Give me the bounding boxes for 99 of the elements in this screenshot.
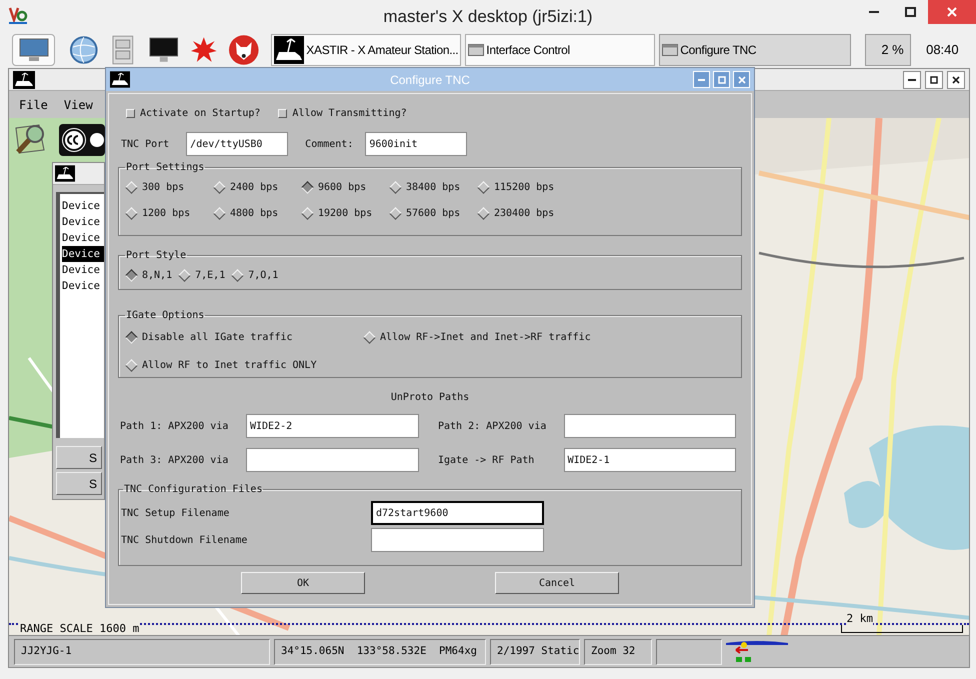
taskbar-button[interactable]: Configure TNC xyxy=(659,34,852,66)
input-field[interactable]: WIDE2-1 xyxy=(564,448,736,472)
list-item[interactable]: Device xyxy=(62,230,104,246)
status-field: JJ2YJG-1 xyxy=(14,638,270,664)
maximize-button[interactable] xyxy=(925,71,943,89)
input-field[interactable]: d72start9600 xyxy=(371,501,544,525)
radio-label: 4800 bps xyxy=(230,206,278,220)
section-title: UnProto Paths xyxy=(390,391,470,405)
list-item[interactable]: Device xyxy=(62,262,104,278)
input-field[interactable] xyxy=(564,414,736,438)
radio-label: 300 bps xyxy=(142,180,184,194)
checkbox[interactable] xyxy=(278,108,288,118)
input-field[interactable] xyxy=(371,528,544,552)
group-title: Port Style xyxy=(125,249,188,263)
list-item[interactable]: Device xyxy=(62,246,104,262)
close-icon xyxy=(947,7,957,17)
radio-button[interactable] xyxy=(125,268,138,282)
radio-label: 19200 bps xyxy=(318,206,372,220)
starburst-icon[interactable] xyxy=(190,36,218,64)
monitor-icon[interactable] xyxy=(148,36,178,64)
launcher-button[interactable] xyxy=(12,34,56,66)
cabinet-icon[interactable] xyxy=(110,35,135,65)
car-icon xyxy=(13,70,35,88)
radio-label: 38400 bps xyxy=(406,180,460,194)
minimize-icon xyxy=(698,78,705,80)
car-icon xyxy=(55,165,75,182)
radio-label: Allow RF to Inet traffic ONLY xyxy=(142,358,317,372)
menu-item[interactable]: View xyxy=(64,96,93,114)
animal-head-icon[interactable] xyxy=(228,34,260,66)
taskbar-button[interactable]: Interface Control xyxy=(465,34,656,66)
map-logo-icon xyxy=(13,122,47,156)
radio-button[interactable] xyxy=(125,330,138,344)
radio-label: 115200 bps xyxy=(494,180,554,194)
checkbox-label: Activate on Startup? xyxy=(140,106,260,120)
radio-label: 57600 bps xyxy=(406,206,460,220)
minimize-icon xyxy=(908,79,916,81)
menu-item[interactable]: File xyxy=(19,96,48,114)
status-field: 34°15.065N 133°58.532E PM64xg xyxy=(274,638,486,664)
dialog-title: Configure TNC xyxy=(390,72,470,88)
group-title: Port Settings xyxy=(125,161,206,175)
close-icon xyxy=(952,76,960,84)
field-label: Path 2: APX200 via xyxy=(437,420,548,434)
radio-label: Allow RF->Inet and Inet->RF traffic xyxy=(380,330,591,344)
radio-label: 8,N,1 xyxy=(142,268,172,282)
input-field[interactable]: WIDE2-2 xyxy=(246,414,419,438)
logo-icon xyxy=(8,5,28,25)
field-label: Comment: xyxy=(304,138,354,152)
minimize-icon xyxy=(869,11,879,13)
clock: 08:40 xyxy=(925,41,960,60)
minimize-button[interactable] xyxy=(903,71,921,89)
globe-icon[interactable] xyxy=(69,35,99,65)
maximize-icon xyxy=(718,76,726,84)
radio-button[interactable] xyxy=(301,180,314,194)
car-icon xyxy=(274,36,304,64)
button[interactable]: S xyxy=(56,472,102,495)
field-label: TNC Setup Filename xyxy=(121,506,230,520)
status-field: Zoom 32 xyxy=(584,638,652,664)
radio-label: 9600 bps xyxy=(318,180,366,194)
range-scale-label: RANGE SCALE 1600 m xyxy=(19,622,140,635)
field-label: TNC Port xyxy=(120,138,170,152)
list-item[interactable]: Device xyxy=(62,214,104,230)
cc-icon xyxy=(59,124,105,156)
status-field: 2/1997 Static xyxy=(490,638,580,664)
scale-bar-label: 2 km xyxy=(846,613,873,625)
button[interactable]: S xyxy=(56,446,102,469)
radio-label: 230400 bps xyxy=(494,206,554,220)
input-field[interactable] xyxy=(246,448,419,472)
field-label: Path 3: APX200 via xyxy=(119,454,230,468)
checkbox-label: Allow Transmitting? xyxy=(292,106,407,120)
group-title: IGate Options xyxy=(125,309,206,323)
field-label: Igate -> RF Path xyxy=(437,454,536,468)
status-field xyxy=(656,638,722,664)
taskbar-button[interactable]: XASTIR - X Amateur Station... xyxy=(271,34,462,66)
radio-label: 7,E,1 xyxy=(195,268,226,282)
group-title: TNC Configuration Files xyxy=(123,483,264,497)
car-icon xyxy=(110,71,130,88)
button[interactable]: Cancel xyxy=(495,572,619,594)
list-item[interactable]: Device xyxy=(62,278,104,294)
radio-label: Disable all IGate traffic xyxy=(142,330,293,344)
maximize-icon xyxy=(904,7,916,17)
input-field[interactable]: 9600init xyxy=(365,132,468,156)
checkbox[interactable] xyxy=(126,108,135,118)
close-button[interactable] xyxy=(947,71,965,89)
window-icon xyxy=(662,44,678,56)
close-icon xyxy=(738,76,746,84)
cpu-indicator: 2 % xyxy=(865,34,911,66)
status-indicator-icon xyxy=(726,638,788,664)
field-label: TNC Shutdown Filename xyxy=(121,534,248,548)
button[interactable]: OK xyxy=(241,572,365,594)
monitor-icon xyxy=(18,38,49,62)
radio-label: 2400 bps xyxy=(230,180,278,194)
field-label: Path 1: APX200 via xyxy=(119,420,230,434)
radio-label: 7,O,1 xyxy=(248,268,278,282)
list-item[interactable]: Device xyxy=(62,198,104,214)
maximize-icon xyxy=(930,76,938,84)
radio-label: 1200 bps xyxy=(142,206,190,220)
window-icon xyxy=(468,44,484,56)
window-title: master's X desktop (jr5izi:1) xyxy=(383,6,593,28)
input-field[interactable]: /dev/ttyUSB0 xyxy=(186,132,288,156)
